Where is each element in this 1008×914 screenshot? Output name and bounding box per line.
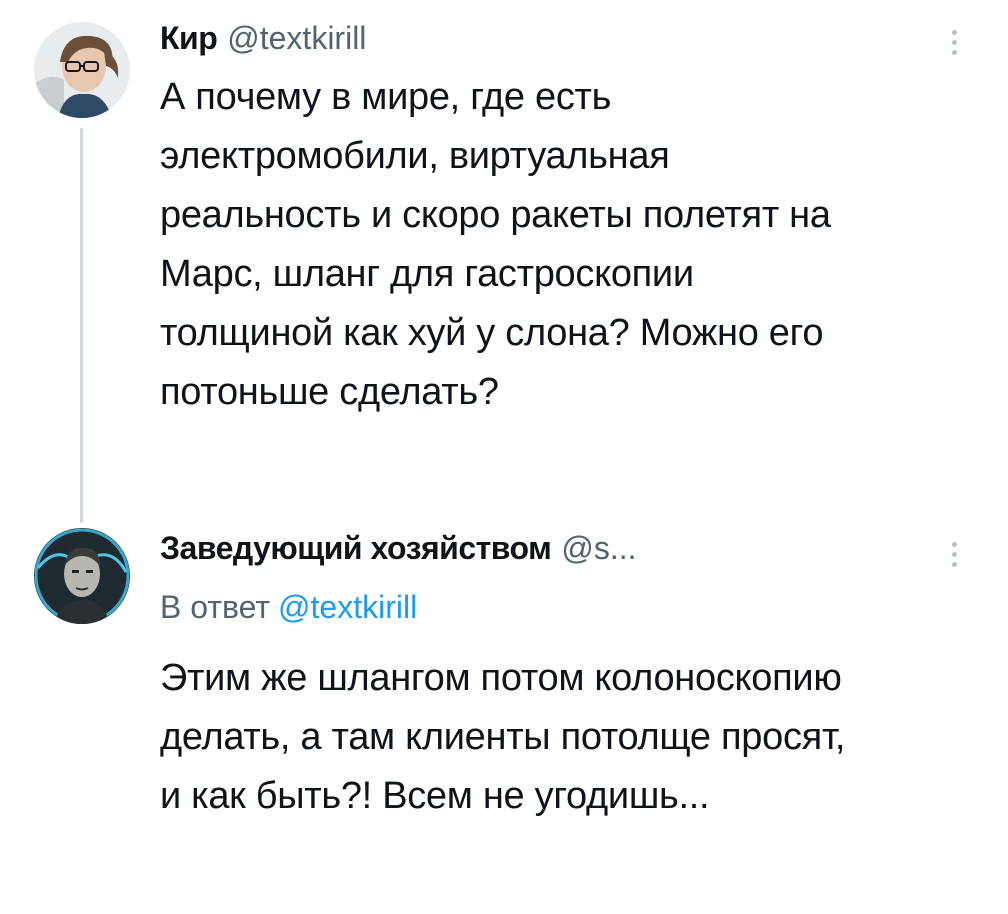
reply-prefix: В ответ: [160, 589, 271, 625]
tweet-header: Кир @textkirill: [160, 18, 366, 58]
tweet-text: А почему в мире, где есть электромобили,…: [160, 68, 970, 422]
more-options-icon[interactable]: [940, 22, 968, 62]
user-avatar-glasses-icon: [34, 22, 130, 118]
avatar-zaveduyushchiy[interactable]: [34, 528, 130, 624]
display-name[interactable]: Кир: [160, 18, 218, 58]
user-handle[interactable]: @s...: [561, 528, 636, 568]
more-options-icon[interactable]: [940, 534, 968, 574]
reply-mention-link[interactable]: @textkirill: [278, 589, 417, 625]
tweet-text-line: и как быть?! Всем не угодишь...: [160, 775, 710, 817]
tweet-text-line: Этим же шлангом потом колоноскопию: [160, 657, 842, 699]
tweet-text-line: А почему в мире, где есть: [160, 76, 612, 118]
tweet-text-line: потоньше сделать?: [160, 371, 499, 413]
display-name[interactable]: Заведующий хозяйством: [160, 528, 552, 568]
tweet-text-line: электромобили, виртуальная: [160, 135, 670, 177]
avatar-kir[interactable]: [34, 22, 130, 118]
tweet-text: Этим же шлангом потом колоноскопию делат…: [160, 649, 970, 826]
tweet-text-line: Марс, шланг для гастроскопии: [160, 253, 694, 295]
tweet-text-line: реальность и скоро ракеты полетят на: [160, 194, 831, 236]
tweet-header: Заведующий хозяйством @s...: [160, 528, 637, 568]
reply-context: В ответ @textkirill: [160, 586, 417, 628]
tweet-text-line: делать, а там клиенты потолще просят,: [160, 716, 846, 758]
user-handle[interactable]: @textkirill: [227, 18, 366, 58]
user-avatar-drawn-portrait-icon: [34, 528, 130, 624]
thread-connector-line: [80, 128, 83, 523]
tweet-text-line: толщиной как хуй у слона? Можно его: [160, 312, 824, 354]
